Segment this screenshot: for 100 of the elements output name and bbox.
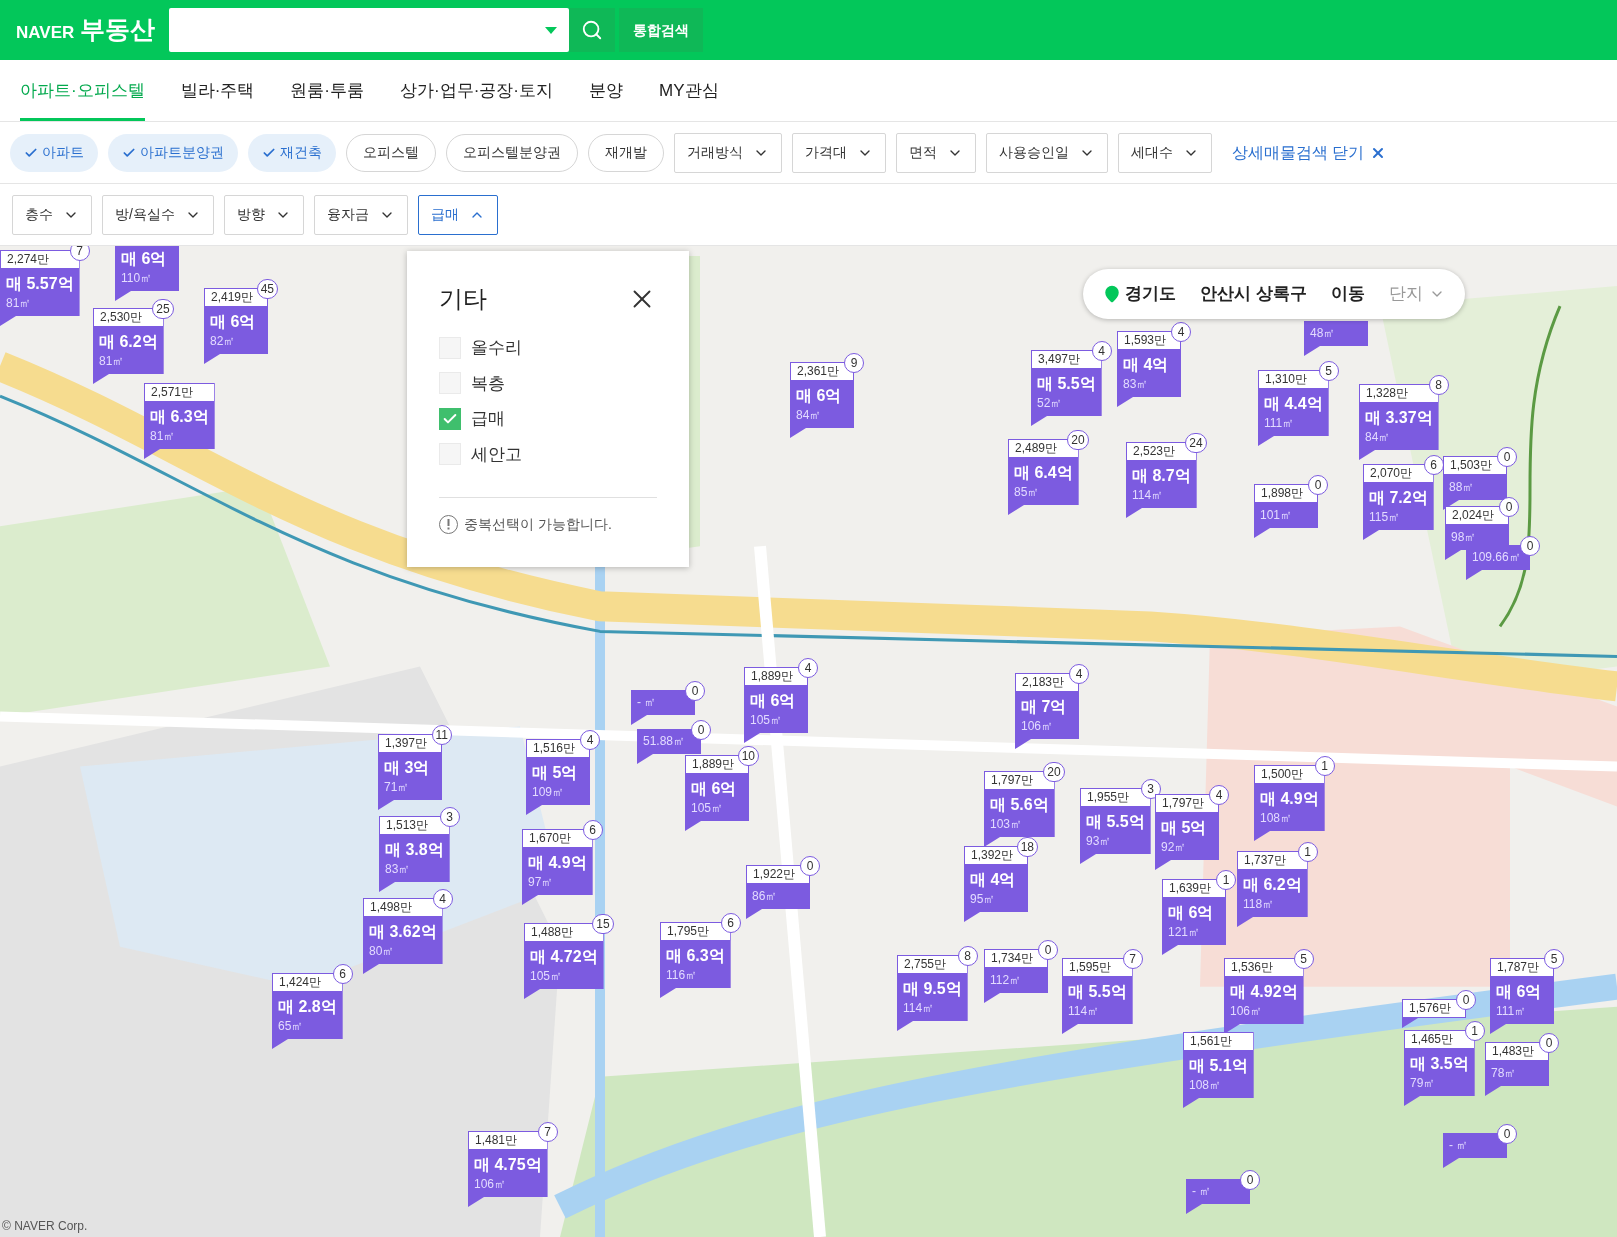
- filter-chip[interactable]: 아파트분양권: [108, 133, 238, 172]
- sale-price: 매 5.57억: [6, 274, 74, 294]
- sale-price: 매 4억: [1123, 355, 1170, 375]
- area-label: 105㎡: [530, 968, 564, 985]
- area-label: 114㎡: [1068, 1003, 1101, 1020]
- sale-price: 매 5.5억: [1068, 982, 1127, 1002]
- dropdown-caret-icon[interactable]: [545, 26, 558, 34]
- close-detail-search-link[interactable]: 상세매물검색 닫기: [1232, 140, 1387, 165]
- filter-dropdown[interactable]: 급매: [417, 194, 498, 235]
- sale-price: 매 3억: [384, 758, 431, 778]
- checkbox-label: 세안고: [471, 443, 522, 466]
- area-label: 81㎡: [99, 353, 126, 370]
- area-label: 83㎡: [385, 861, 412, 878]
- city-label[interactable]: 안산시 상록구: [1200, 281, 1307, 307]
- sale-price: 매 6.2억: [99, 332, 158, 352]
- area-label: 92㎡: [1161, 839, 1188, 856]
- sale-price: 매 5.5억: [1086, 812, 1145, 832]
- filter-dropdown[interactable]: 층수: [12, 194, 92, 235]
- sale-price: 매 4.92억: [1230, 982, 1298, 1002]
- sale-price: 매 3.5억: [1410, 1054, 1469, 1074]
- area-label: 81㎡: [150, 428, 177, 445]
- sale-price: 매 7.2억: [1369, 488, 1428, 508]
- area-label: 84㎡: [1365, 429, 1392, 446]
- copyright-text: © NAVER Corp.: [2, 1218, 88, 1235]
- area-label: 71㎡: [384, 779, 411, 796]
- sale-price: 매 6.4억: [1014, 463, 1073, 483]
- area-label: 78㎡: [1491, 1065, 1518, 1082]
- area-label: 108㎡: [1260, 810, 1294, 827]
- area-label: 86㎡: [752, 888, 779, 905]
- sale-price: 매 4억: [970, 870, 1017, 890]
- filter-dropdown[interactable]: 융자금: [313, 194, 408, 235]
- sale-price: 매 3.8억: [385, 840, 444, 860]
- category-tab[interactable]: MY관심: [659, 60, 719, 121]
- filter-dropdown[interactable]: 세대수: [1118, 132, 1212, 173]
- area-label: 109㎡: [532, 784, 566, 801]
- area-label: 114㎡: [1132, 487, 1165, 504]
- area-label: - ㎡: [1449, 1137, 1470, 1154]
- category-tab[interactable]: 원룸·투룸: [290, 60, 364, 121]
- filter-dropdown[interactable]: 방/욕실수: [102, 194, 214, 235]
- region-label[interactable]: 경기도: [1125, 281, 1176, 307]
- service-title: 부동산: [80, 14, 156, 46]
- area-label: 106㎡: [1230, 1003, 1264, 1020]
- dong-label[interactable]: 이동: [1330, 281, 1365, 307]
- checkbox-label: 올수리: [471, 337, 522, 359]
- area-label: 121㎡: [1168, 924, 1202, 941]
- area-label: 114㎡: [903, 1000, 936, 1017]
- area-label: 106㎡: [474, 1176, 508, 1193]
- sale-price: 매 5억: [532, 763, 579, 783]
- filter-dropdown[interactable]: 방향: [223, 194, 304, 235]
- sale-price: 매 4.9억: [1260, 789, 1319, 809]
- sale-price: 매 6억: [210, 312, 257, 332]
- sale-price: 매 4.72억: [530, 947, 598, 967]
- sale-price: 매 3.37억: [1365, 408, 1433, 428]
- sale-price: 매 6억: [796, 386, 843, 406]
- area-label: 105㎡: [750, 712, 784, 729]
- search-button[interactable]: [569, 8, 616, 52]
- checkbox-label: 복층: [471, 372, 505, 395]
- area-label: 84㎡: [796, 407, 823, 424]
- area-label: 51.88㎡: [643, 733, 687, 750]
- filter-dropdown[interactable]: 사용승인일: [986, 132, 1108, 173]
- multi-select-note: 중복선택이 가능합니다.: [464, 515, 612, 534]
- area-label: 82㎡: [210, 333, 237, 350]
- filter-dropdown[interactable]: 가격대: [792, 132, 886, 173]
- checkbox[interactable]: [439, 407, 461, 430]
- area-label: 110㎡: [121, 270, 154, 287]
- sale-price: 매 6억: [121, 249, 168, 269]
- area-label: 116㎡: [666, 967, 699, 984]
- area-label: 93㎡: [1086, 833, 1113, 850]
- area-label: 111㎡: [1496, 1003, 1528, 1020]
- area-label: 88㎡: [1449, 479, 1476, 496]
- filter-dropdown[interactable]: 거래방식: [674, 132, 782, 173]
- price-per-area: 1,561만: [1183, 1032, 1254, 1051]
- category-tab[interactable]: 빌라·주택: [180, 60, 255, 121]
- area-label: 101㎡: [1260, 507, 1294, 524]
- sale-price: 매 3.62억: [369, 922, 437, 942]
- map-pin-icon: [1103, 285, 1121, 303]
- area-label: 115㎡: [1369, 509, 1402, 526]
- sale-price: 매 7억: [1021, 697, 1068, 717]
- sale-price: 매 6억: [691, 779, 738, 799]
- sale-price: 매 6억: [1168, 903, 1215, 923]
- category-tab[interactable]: 상가·업무·공장·토지: [400, 60, 553, 121]
- category-tab[interactable]: 분양: [589, 60, 623, 121]
- area-label: 108㎡: [1189, 1077, 1223, 1094]
- area-label: 105㎡: [691, 800, 725, 817]
- sale-price: 매 9.5억: [903, 979, 962, 999]
- filter-chip[interactable]: 아파트: [10, 133, 98, 172]
- area-label: 118㎡: [1243, 896, 1276, 913]
- sale-price: 매 6억: [750, 691, 797, 711]
- filter-dropdown[interactable]: 면적: [896, 132, 976, 173]
- sale-price: 매 6억: [1496, 982, 1543, 1002]
- checkbox-label: 급매: [471, 408, 505, 430]
- area-label: 65㎡: [278, 1018, 305, 1035]
- filter-chip[interactable]: 재건축: [248, 133, 336, 172]
- area-label: 95㎡: [970, 891, 997, 908]
- sale-price: 매 5.6억: [990, 795, 1049, 815]
- area-label: 97㎡: [528, 874, 555, 891]
- sale-price: 매 4.4억: [1264, 394, 1323, 414]
- area-label: 80㎡: [369, 943, 396, 960]
- area-label: 98㎡: [1451, 529, 1478, 546]
- search-field[interactable]: [169, 8, 570, 52]
